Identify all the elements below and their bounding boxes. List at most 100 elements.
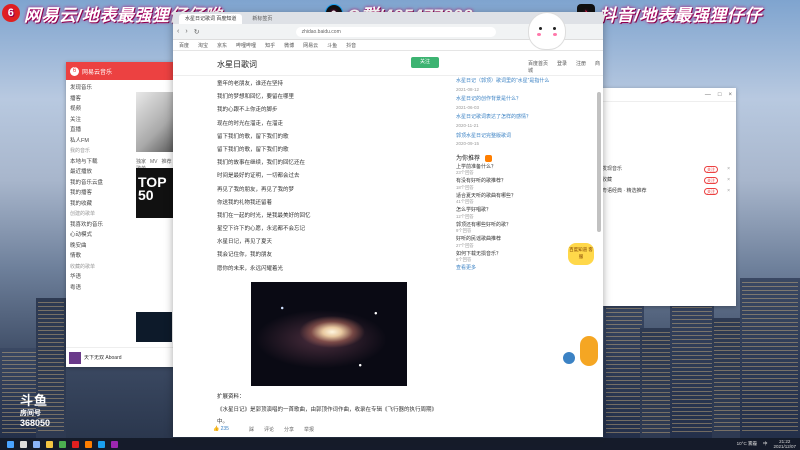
bookmark-item[interactable]: 知乎 bbox=[265, 42, 275, 49]
sidebar-item[interactable]: 粤语 bbox=[70, 283, 128, 294]
netease-taskbar-icon[interactable] bbox=[72, 440, 79, 448]
video-thumbnail[interactable] bbox=[136, 312, 172, 342]
bookmark-item[interactable]: 哔哩哔哩 bbox=[236, 42, 256, 49]
sidebar-item[interactable]: 晚安曲 bbox=[70, 241, 128, 252]
dislike-button[interactable]: 踩 bbox=[249, 426, 254, 433]
list-item[interactable]: 发现音乐 关注 × bbox=[598, 164, 736, 175]
sidebar-item[interactable]: 我喜欢的音乐 bbox=[70, 220, 128, 231]
follow-pill-button[interactable]: 关注 bbox=[704, 177, 718, 184]
floating-feedback-button[interactable] bbox=[580, 336, 598, 366]
refresh-icon[interactable]: ↻ bbox=[194, 28, 200, 36]
bookmark-item[interactable]: 微博 bbox=[284, 42, 294, 49]
related-question-link[interactable]: 郭顶水星日记完整版歌词 bbox=[456, 133, 511, 139]
address-bar[interactable]: zhidao.baidu.com bbox=[295, 26, 496, 37]
bookmark-item[interactable]: 斗鱼 bbox=[327, 42, 337, 49]
share-button[interactable]: 分享 bbox=[284, 426, 294, 433]
music-tab[interactable]: MV bbox=[150, 159, 158, 165]
browser-tab[interactable]: 新标签页 bbox=[246, 14, 278, 24]
bookmark-item[interactable]: 京东 bbox=[217, 42, 227, 49]
related-question[interactable]: 水星日记的创作背景是什么？ 2021-06-03 bbox=[456, 96, 552, 111]
sidebar-item[interactable]: 本地与下载 bbox=[70, 157, 128, 168]
bookmark-item[interactable]: 抖音 bbox=[346, 42, 356, 49]
related-question-link[interactable]: 水星日记（郭顶）歌词里的“水星”是指什么 bbox=[456, 78, 549, 84]
top50-cover[interactable]: TOP 50 bbox=[136, 168, 176, 218]
report-button[interactable]: 举报 bbox=[304, 426, 314, 433]
start-button-icon[interactable] bbox=[7, 440, 14, 448]
sidebar-item[interactable]: 情歌 bbox=[70, 251, 128, 262]
header-menu-item[interactable]: 注册 bbox=[576, 61, 586, 67]
netease-music-window[interactable]: 6 网易云音乐 发现音乐 播客 视频 关注 直播 私人FM 我的音乐 本地与下载 最近播放 我的音… bbox=[66, 62, 176, 367]
related-question[interactable]: 水星日记（郭顶）歌词里的“水星”是指什么 2021-08-12 bbox=[456, 78, 552, 93]
browser-tab[interactable]: 水星日记歌词 百度知道 bbox=[179, 14, 243, 24]
more-link-text[interactable]: 查看更多 bbox=[456, 265, 476, 271]
list-item[interactable]: 粤语经典 · 精选推荐 关注 × bbox=[598, 186, 736, 197]
comment-button[interactable]: 评论 bbox=[264, 426, 274, 433]
sidebar-item[interactable]: 我的收藏 bbox=[70, 199, 128, 210]
recommend-question[interactable]: 好听的民谣歌曲推荐 27个回答 bbox=[456, 236, 552, 251]
related-question[interactable]: 郭顶水星日记完整版歌词 2020-09-15 bbox=[456, 133, 552, 148]
recommend-question[interactable]: 有没有好听的歌推荐？ 18个回答 bbox=[456, 178, 552, 193]
sidebar-item-label: 我的音乐云盘 bbox=[70, 179, 104, 186]
sidebar-item[interactable]: 华语 bbox=[70, 272, 128, 283]
bookmark-item[interactable]: 淘宝 bbox=[198, 42, 208, 49]
recommend-question[interactable]: 上学前准备什么？ 23个回答 bbox=[456, 164, 552, 179]
bookmark-item[interactable]: 百度 bbox=[179, 42, 189, 49]
back-arrow-icon[interactable]: ‹ bbox=[177, 28, 179, 35]
related-question-date: 2021-06-03 bbox=[456, 104, 480, 110]
follow-button[interactable]: 关注 bbox=[411, 57, 439, 68]
sidebar-item[interactable]: 最近播放 bbox=[70, 167, 128, 178]
artist-photo[interactable] bbox=[136, 92, 176, 152]
close-icon[interactable]: × bbox=[728, 92, 732, 98]
remove-icon[interactable]: × bbox=[727, 175, 730, 186]
browser-taskbar-icon[interactable] bbox=[59, 440, 66, 448]
douyu-taskbar-icon[interactable] bbox=[85, 440, 92, 448]
recommend-question[interactable]: 郭顶还有哪些好听的歌？ 9个回答 bbox=[456, 222, 552, 237]
music-tab[interactable]: 推荐 bbox=[162, 159, 172, 165]
douyin-banner-text: 抖音/地表最强狸仔仔 bbox=[599, 5, 762, 25]
sidebar-item-label: 晚安曲 bbox=[70, 242, 87, 249]
qq-taskbar-icon[interactable] bbox=[98, 440, 105, 448]
floating-help-button[interactable] bbox=[563, 352, 575, 364]
sidebar-item[interactable]: 私人FM bbox=[70, 136, 128, 147]
background-window[interactable]: — □ × 发现音乐 关注 × 收藏 关注 × 粤语经典 · 精选推荐 关注 × bbox=[598, 88, 736, 306]
follow-pill-button[interactable]: 关注 bbox=[704, 166, 718, 173]
sidebar-item[interactable]: 关注 bbox=[70, 115, 128, 126]
remove-icon[interactable]: × bbox=[727, 164, 730, 175]
bookmark-item[interactable]: 网易云 bbox=[303, 42, 318, 49]
follow-pill-button[interactable]: 关注 bbox=[704, 188, 718, 195]
task-view-icon[interactable] bbox=[33, 440, 40, 448]
sidebar-item[interactable]: 视频 bbox=[70, 104, 128, 115]
more-link[interactable]: 查看更多 bbox=[456, 265, 552, 273]
clock[interactable]: 21:22 2021/12/07 bbox=[773, 439, 796, 449]
music-tab[interactable]: 独家 bbox=[136, 159, 146, 165]
recommend-question[interactable]: 怎么学好唱歌？ 12个回答 bbox=[456, 207, 552, 222]
page-scrollbar[interactable] bbox=[597, 92, 601, 232]
search-icon[interactable] bbox=[20, 440, 27, 448]
galaxy-image[interactable] bbox=[251, 281, 407, 386]
related-question[interactable]: 水星日记歌词表达了怎样的感情？ 2020-11-21 bbox=[456, 114, 552, 129]
header-menu-item[interactable]: 百度首页 bbox=[528, 61, 548, 67]
weather-text[interactable]: 10°C 雾霾 bbox=[737, 441, 757, 447]
mascot-widget[interactable]: 百度知道 客服 bbox=[568, 243, 594, 265]
like-button[interactable]: 👍 235 bbox=[213, 426, 239, 432]
maximize-icon[interactable]: □ bbox=[718, 92, 722, 98]
file-explorer-icon[interactable] bbox=[46, 440, 53, 448]
minimize-icon[interactable]: — bbox=[705, 92, 711, 98]
sidebar-item[interactable]: 我的播客 bbox=[70, 188, 128, 199]
recommend-question[interactable]: 适合夏天听的歌曲有哪些？ 41个回答 bbox=[456, 193, 552, 208]
obs-taskbar-icon[interactable] bbox=[111, 440, 118, 448]
list-item[interactable]: 收藏 关注 × bbox=[598, 175, 736, 186]
forward-arrow-icon[interactable]: › bbox=[185, 28, 187, 35]
sidebar-item[interactable]: 心动模式 bbox=[70, 230, 128, 241]
sidebar-item[interactable]: 我的音乐云盘 bbox=[70, 178, 128, 189]
sidebar-item[interactable]: 发现音乐 bbox=[70, 83, 128, 94]
related-question-link[interactable]: 水星日记歌词表达了怎样的感情？ bbox=[456, 114, 531, 120]
ime-indicator[interactable]: 中 bbox=[763, 441, 768, 447]
sidebar-item[interactable]: 直播 bbox=[70, 125, 128, 136]
remove-icon[interactable]: × bbox=[727, 186, 730, 197]
header-menu-item[interactable]: 登录 bbox=[557, 61, 567, 67]
sidebar-item[interactable]: 播客 bbox=[70, 94, 128, 105]
related-question-link[interactable]: 水星日记的创作背景是什么？ bbox=[456, 96, 521, 102]
now-playing-thumbnail[interactable] bbox=[69, 351, 81, 364]
recommend-question[interactable]: 如何下载无损音乐？ 6个回答 bbox=[456, 251, 552, 266]
